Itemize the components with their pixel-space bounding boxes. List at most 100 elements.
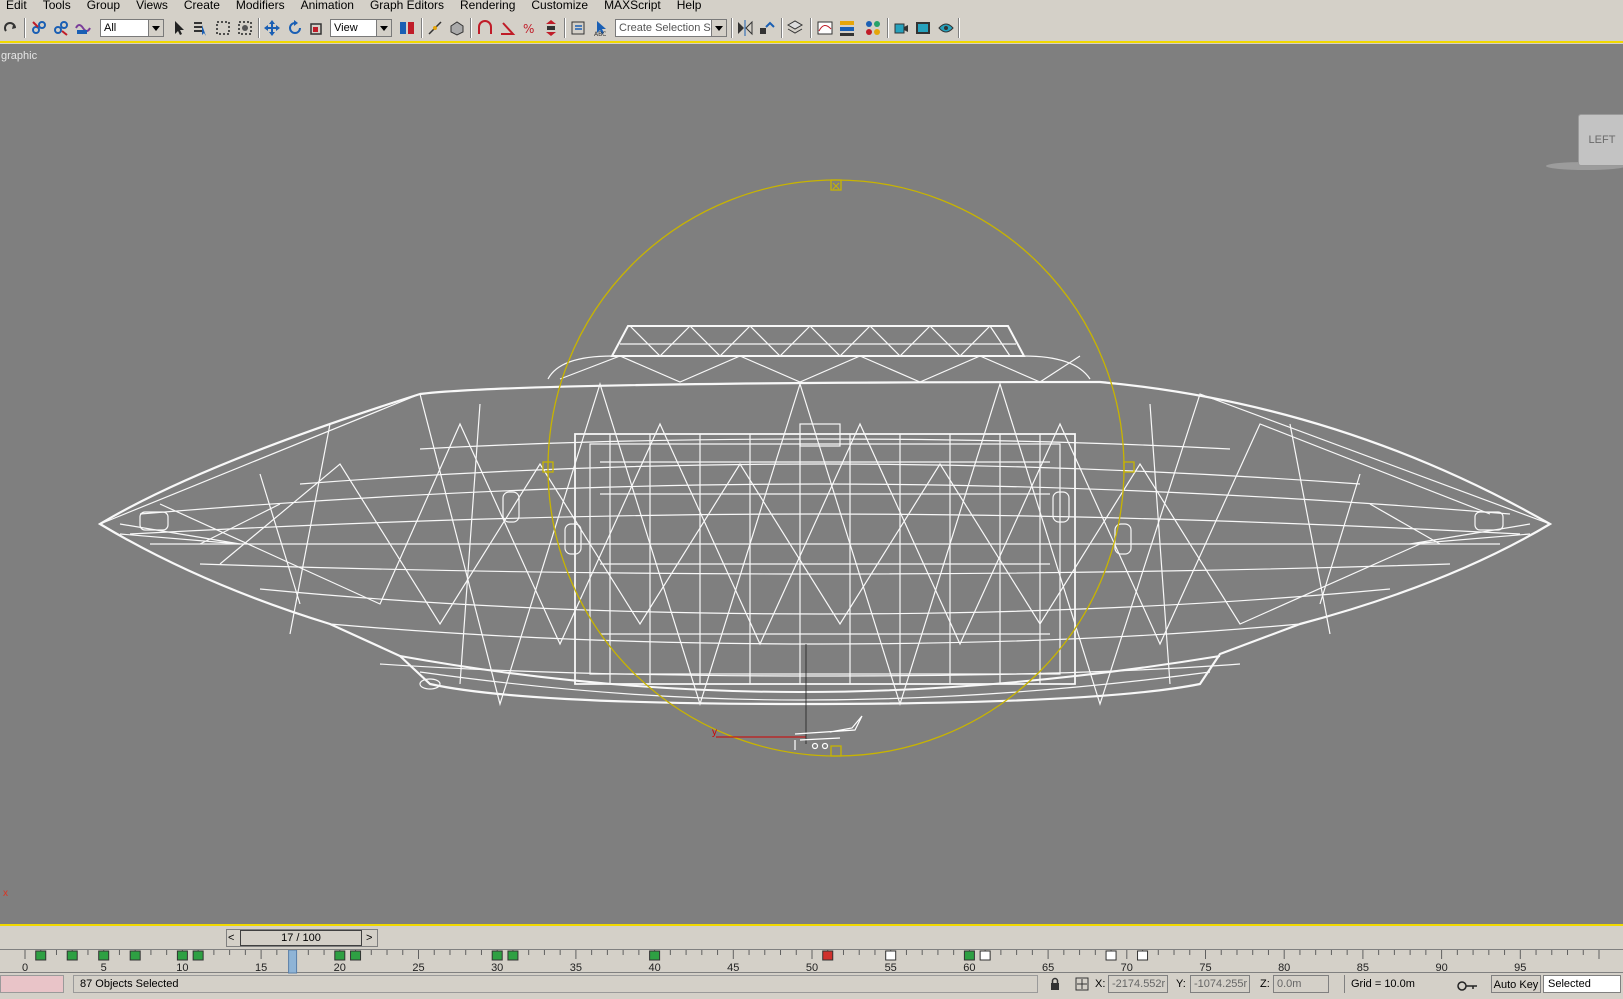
viewcube-face-label: LEFT [1588,134,1616,146]
chevron-down-icon [148,20,163,36]
animation-key[interactable] [1105,950,1117,961]
percent-snap-icon[interactable]: % [520,19,538,37]
named-selection-set-dropdown[interactable]: Create Selection Set [615,19,727,37]
gizmo-axis-label: y [712,727,717,738]
menu-graph-editors[interactable]: Graph Editors [362,0,452,11]
animation-key[interactable] [66,950,78,961]
animation-key[interactable] [192,950,204,961]
bind-space-warp-icon[interactable] [74,19,92,37]
scale-icon[interactable] [308,19,326,37]
auto-key-button[interactable]: Auto Key [1491,975,1541,993]
animation-key[interactable] [507,950,519,961]
grid-spacing: Grid = 10.0m [1344,975,1451,993]
menu-animation[interactable]: Animation [293,0,362,11]
frame-display: 17 / 100 [281,932,321,944]
redo-icon[interactable] [2,19,20,37]
ufo-wireframe-model[interactable] [0,44,1623,924]
animation-key[interactable] [1137,950,1149,961]
animation-key[interactable] [98,950,110,961]
animation-key[interactable] [822,950,834,961]
menu-tools[interactable]: Tools [35,0,79,11]
menu-bar: Edit Tools Group Views Create Modifiers … [0,0,1623,12]
schematic-view-icon[interactable] [838,19,856,37]
menu-create[interactable]: Create [176,0,228,11]
lock-icon[interactable] [1048,977,1062,991]
animation-key[interactable] [334,950,346,961]
reference-coord-value: View [334,22,358,34]
status-message: 87 Objects Selected [73,975,1038,993]
menu-group[interactable]: Group [79,0,128,11]
viewport-left[interactable]: graphic y LEFT x [0,44,1623,924]
curve-editor-icon[interactable] [816,19,834,37]
render-setup-icon[interactable] [892,19,910,37]
chevron-down-icon [376,20,391,36]
edit-named-selection-icon[interactable]: ABC [592,19,610,37]
menu-edit[interactable]: Edit [0,0,35,11]
plane-model[interactable] [794,715,863,750]
select-object-icon[interactable] [170,19,188,37]
time-slider-thumb[interactable]: 17 / 100 [240,930,362,946]
x-coord-field[interactable]: -2174.552r [1108,975,1168,993]
snaps-icon[interactable] [476,19,494,37]
z-coord-label: Z: [1260,978,1270,990]
y-coord-label: Y: [1176,978,1186,990]
reference-coord-dropdown[interactable]: View [330,19,392,37]
animation-key[interactable] [129,950,141,961]
key-filter-dropdown[interactable]: Selected [1543,975,1621,993]
rendered-frame-icon[interactable] [914,19,932,37]
x-coord-label: X: [1095,978,1106,990]
mirror-icon[interactable] [736,19,754,37]
window-crossing-icon[interactable] [236,19,254,37]
z-coord-field[interactable]: 0.0m [1273,975,1329,993]
animation-key[interactable] [491,950,503,961]
spinner-snap-icon[interactable] [542,19,560,37]
quick-render-icon[interactable] [937,19,955,37]
time-slider-prev-button[interactable]: < [228,932,234,944]
trackbar-ticks[interactable]: 0 5 10 15 20 25 30 35 40 45 50 55 60 65 70 75 80 85 90 95 [0,950,1623,974]
animation-key[interactable] [35,950,47,961]
status-bar: 87 Objects Selected X: -2174.552r Y: -10… [0,972,1623,999]
menu-maxscript[interactable]: MAXScript [596,0,669,11]
chevron-down-icon [711,20,726,36]
named-selection-set-placeholder: Create Selection Set [619,22,720,34]
animation-key[interactable] [350,950,362,961]
select-by-name-icon[interactable] [192,19,210,37]
rotate-icon[interactable] [286,19,304,37]
menu-modifiers[interactable]: Modifiers [228,0,293,11]
viewcube[interactable]: LEFT [1578,114,1623,166]
material-editor-icon[interactable] [864,19,882,37]
svg-text:ABC: ABC [594,31,606,37]
svg-text:%: % [523,22,534,36]
menu-views[interactable]: Views [128,0,176,11]
axis-tripod-label: x [3,888,8,899]
layer-manager-icon[interactable] [786,19,804,37]
menu-help[interactable]: Help [669,0,710,11]
selection-filter-value: All [104,22,117,34]
named-selection-icon[interactable] [570,19,588,37]
set-key-icon[interactable] [1455,977,1479,991]
link-icon[interactable] [30,19,48,37]
animation-key[interactable] [176,950,188,961]
animation-key[interactable] [649,950,661,961]
manipulate-icon[interactable] [426,19,444,37]
trackbar[interactable]: 0 5 10 15 20 25 30 35 40 45 50 55 60 65 70 75 80 85 90 95 [0,949,1623,974]
main-toolbar: All View % ABC Create Selection Set [0,12,1623,43]
angle-snap-icon[interactable] [498,19,516,37]
animation-key[interactable] [885,950,897,961]
menu-customize[interactable]: Customize [523,0,596,11]
pivot-icon[interactable] [398,19,416,37]
move-icon[interactable] [263,19,281,37]
align-icon[interactable] [758,19,776,37]
rectangular-selection-icon[interactable] [214,19,232,37]
keyboard-shortcut-icon[interactable] [448,19,466,37]
unlink-icon[interactable] [52,19,70,37]
menu-rendering[interactable]: Rendering [452,0,523,11]
maxscript-listener-mini[interactable] [0,975,64,993]
absolute-mode-icon[interactable] [1075,977,1089,991]
y-coord-field[interactable]: -1074.255r [1190,975,1250,993]
selection-filter-dropdown[interactable]: All [100,19,164,37]
animation-key[interactable] [979,950,991,961]
animation-key[interactable] [963,950,975,961]
current-frame-marker[interactable] [288,950,298,974]
time-slider-next-button[interactable]: > [366,932,372,944]
